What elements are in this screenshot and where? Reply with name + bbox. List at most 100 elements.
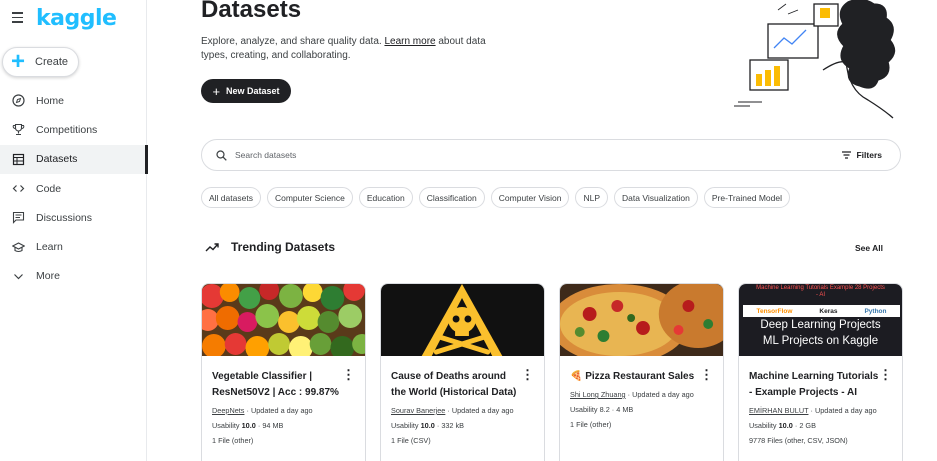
create-button[interactable]: + Create <box>2 47 79 77</box>
chip-computer-science[interactable]: Computer Science <box>266 187 353 208</box>
sidebar-item-label: Discussions <box>36 211 93 224</box>
search-input[interactable]: Search datasets <box>235 150 296 160</box>
sidebar-item-competitions[interactable]: Competitions <box>0 115 147 144</box>
usability-value: 10.0 <box>420 421 435 430</box>
plus-icon: + <box>212 83 221 99</box>
more-options-icon[interactable]: ⋮ <box>342 368 355 381</box>
code-icon <box>11 182 25 196</box>
tensorflow-logo: TensorFlow <box>756 307 793 315</box>
dataset-card[interactable]: Cause of Deaths around the World (Histor… <box>380 283 545 461</box>
usability-label: Usability <box>570 405 598 414</box>
description-text: Explore, analyze, and share quality data… <box>201 36 385 47</box>
card-author[interactable]: Sourav Banerjee <box>391 406 445 415</box>
card-title[interactable]: 🍕 Pizza Restaurant Sales <box>570 369 702 385</box>
card-author-line: Sourav Banerjee · Updated a day ago <box>391 406 514 415</box>
hamburger-menu-icon[interactable] <box>12 12 24 24</box>
sidebar-item-discussions[interactable]: Discussions <box>0 203 147 232</box>
create-label: Create <box>35 56 69 68</box>
card-title[interactable]: Vegetable Classifier | ResNet50V2 | Acc … <box>212 369 344 401</box>
search-bar[interactable]: Search datasets Filters <box>201 139 901 171</box>
card-size: 4 MB <box>616 405 634 414</box>
sidebar-item-more[interactable]: More <box>0 262 147 291</box>
section-title: Trending Datasets <box>231 240 336 254</box>
sidebar-item-learn[interactable]: Learn <box>0 232 147 261</box>
sidebar-item-home[interactable]: Home <box>0 86 147 115</box>
chip-pre-trained-model[interactable]: Pre-Trained Model <box>703 187 790 208</box>
category-chips: All datasets Computer Science Education … <box>201 187 796 208</box>
card-author[interactable]: DeepNets <box>212 406 244 415</box>
search-icon <box>216 149 227 161</box>
new-dataset-button[interactable]: + New Dataset <box>201 79 291 103</box>
ml-projects-thumbnail: Machine Learning Tutorials Example 28 Pr… <box>739 284 902 356</box>
usability-value: 10.0 <box>241 421 256 430</box>
filters-label: Filters <box>856 150 882 160</box>
dataset-card[interactable]: Vegetable Classifier | ResNet50V2 | Acc … <box>201 283 366 461</box>
page-title: Datasets <box>201 0 302 23</box>
sidebar-item-label: Learn <box>36 241 63 254</box>
python-logo: Python <box>864 307 887 315</box>
card-author-line: Shi Long Zhuang · Updated a day ago <box>570 390 694 399</box>
chip-nlp[interactable]: NLP <box>575 187 608 208</box>
more-options-icon[interactable]: ⋮ <box>700 368 713 381</box>
usability-label: Usability <box>212 421 240 430</box>
keras-logo: Keras <box>819 307 838 315</box>
sidebar-item-code[interactable]: Code <box>0 174 147 203</box>
filter-icon <box>842 151 852 159</box>
card-files: 1 File (other) <box>212 436 254 445</box>
filters-button[interactable]: Filters <box>842 150 882 160</box>
comment-icon <box>11 211 25 225</box>
card-author[interactable]: EMİRHAN BULUT <box>749 406 808 415</box>
sidebar-item-label: Competitions <box>36 123 98 136</box>
kaggle-logo[interactable]: kaggle <box>36 6 117 31</box>
trophy-icon <box>11 123 25 137</box>
card-size: 2 GB <box>799 421 816 430</box>
card-usability-line: Usability 8.2 · 4 MB <box>570 405 634 414</box>
graduation-cap-icon <box>11 240 25 254</box>
chip-all-datasets[interactable]: All datasets <box>201 187 261 208</box>
table-icon <box>11 152 25 166</box>
plus-icon: + <box>11 48 26 75</box>
see-all-link[interactable]: See All <box>855 243 883 253</box>
sidebar-nav: Home Competitions Datasets Code Discussi… <box>0 86 148 291</box>
dataset-card[interactable]: Machine Learning Tutorials Example 28 Pr… <box>738 283 903 461</box>
chip-data-visualization[interactable]: Data Visualization <box>614 187 698 208</box>
card-updated: Updated a day ago <box>451 406 514 415</box>
more-options-icon[interactable]: ⋮ <box>879 368 892 381</box>
card-updated: Updated a day ago <box>632 390 694 399</box>
sidebar-item-label: Home <box>36 94 65 107</box>
card-usability-line: Usability 10.0 · 2 GB <box>749 421 816 430</box>
sidebar-item-label: More <box>36 270 60 283</box>
card-title[interactable]: Machine Learning Tutorials - Example Pro… <box>749 369 881 401</box>
card-size: 94 MB <box>262 421 284 430</box>
chip-education[interactable]: Education <box>358 187 413 208</box>
thumbnail-subheadline: ML Projects on Kaggle <box>762 335 879 347</box>
framework-logos: TensorFlow Keras Python <box>743 305 900 317</box>
card-author-line: EMİRHAN BULUT · Updated a day ago <box>749 406 877 415</box>
sidebar-item-label: Datasets <box>36 153 78 166</box>
learn-more-link[interactable]: Learn more <box>384 36 435 47</box>
card-size: 332 kB <box>441 421 465 430</box>
usability-value: 10.0 <box>778 421 793 430</box>
card-usability-line: Usability 10.0 · 332 kB <box>391 421 465 430</box>
chip-computer-vision[interactable]: Computer Vision <box>490 187 570 208</box>
dataset-card[interactable]: 🍕 Pizza Restaurant Sales ⋮ Shi Long Zhua… <box>559 283 724 461</box>
sidebar-item-datasets[interactable]: Datasets <box>0 144 148 175</box>
card-updated: Updated a day ago <box>814 406 877 415</box>
compass-icon <box>11 94 25 108</box>
card-title[interactable]: Cause of Deaths around the World (Histor… <box>391 369 523 401</box>
pizza-thumbnail <box>560 284 723 364</box>
card-files: 1 File (CSV) <box>391 436 431 445</box>
sidebar-item-label: Code <box>36 182 62 195</box>
thumbnail-headline: Deep Learning Projects <box>760 319 881 331</box>
card-updated: Updated a day ago <box>250 406 313 415</box>
chip-classification[interactable]: Classification <box>418 187 485 208</box>
card-files: 1 File (other) <box>570 420 612 429</box>
card-files: 9778 Files (other, CSV, JSON) <box>749 436 848 445</box>
skull-warning-thumbnail <box>381 284 544 404</box>
trending-up-icon <box>205 243 219 252</box>
card-usability-line: Usability 10.0 · 94 MB <box>212 421 284 430</box>
usability-label: Usability <box>749 421 777 430</box>
card-author-line: DeepNets · Updated a day ago <box>212 406 313 415</box>
more-options-icon[interactable]: ⋮ <box>521 368 534 381</box>
card-author[interactable]: Shi Long Zhuang <box>570 390 626 399</box>
